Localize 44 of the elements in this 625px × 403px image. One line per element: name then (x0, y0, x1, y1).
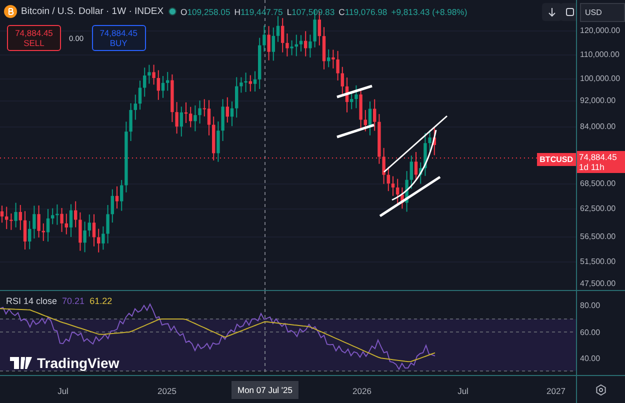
rsi-axis-label: 60.00 (580, 328, 600, 337)
time-axis-label: 2025 (158, 386, 176, 396)
trend-line[interactable] (379, 176, 441, 218)
bitcoin-coin-icon (4, 5, 17, 18)
ohlc-value: H119,447.75 (234, 6, 283, 16)
price-axis-label: 62,500.00 (580, 204, 616, 213)
rsi-ma-value: 61.22 (90, 296, 112, 306)
download-icon[interactable] (542, 3, 562, 21)
trend-line[interactable] (336, 84, 372, 98)
time-axis-label: 2027 (546, 386, 566, 396)
price-axis-label: 92,000.00 (580, 96, 616, 105)
fullscreen-icon[interactable] (560, 3, 576, 21)
trend-line[interactable] (336, 124, 374, 138)
settings-icon[interactable] (595, 384, 607, 396)
buy-button[interactable]: 74,884.45 BUY (92, 25, 146, 51)
price-change: +9,813.43 (+8.98%) (391, 6, 468, 16)
rsi-axis-label: 40.00 (580, 354, 600, 363)
logo-text: TradingView (37, 355, 120, 371)
price-axis-label: 100,000.00 (580, 74, 620, 83)
rsi-axis-label: 80.00 (580, 301, 600, 310)
trend-line[interactable] (384, 115, 448, 173)
time-axis-label: Jul (58, 386, 68, 396)
time-axis-label: 2026 (352, 386, 372, 396)
logo-icon (10, 357, 32, 369)
price-axis-label: 84,000.00 (580, 122, 616, 131)
rsi-value: 70.21 (62, 296, 85, 306)
time-axis-label: Jul (458, 386, 468, 396)
curve-line[interactable] (392, 130, 437, 201)
status-dot-icon (168, 7, 177, 16)
sell-button[interactable]: 74,884.45 SELL (7, 25, 61, 51)
symbol-tag: BTCUSD (536, 153, 576, 166)
price-axis-label: 110,000.00 (580, 50, 620, 59)
last-price-tag: 74,884.45 1d 11h (577, 151, 625, 173)
rsi-label: RSI 14 close (6, 296, 58, 306)
crosshair-date-label: Mon 07 Jul '25 (231, 381, 299, 399)
ohlc-value: C119,076.98 (338, 6, 388, 16)
price-axis-label: 51,500.00 (580, 257, 616, 266)
ohlc-value: O109,258.05 (180, 6, 230, 16)
symbol-title[interactable]: Bitcoin / U.S. Dollar · 1W · INDEX (21, 6, 164, 17)
price-axis-label: 68,500.00 (580, 179, 616, 188)
price-axis-label: 47,500.00 (580, 279, 616, 288)
price-axis-label: 56,500.00 (580, 232, 616, 241)
currency-select[interactable]: USD (580, 3, 625, 22)
price-axis-label: 120,000.00 (580, 26, 620, 35)
